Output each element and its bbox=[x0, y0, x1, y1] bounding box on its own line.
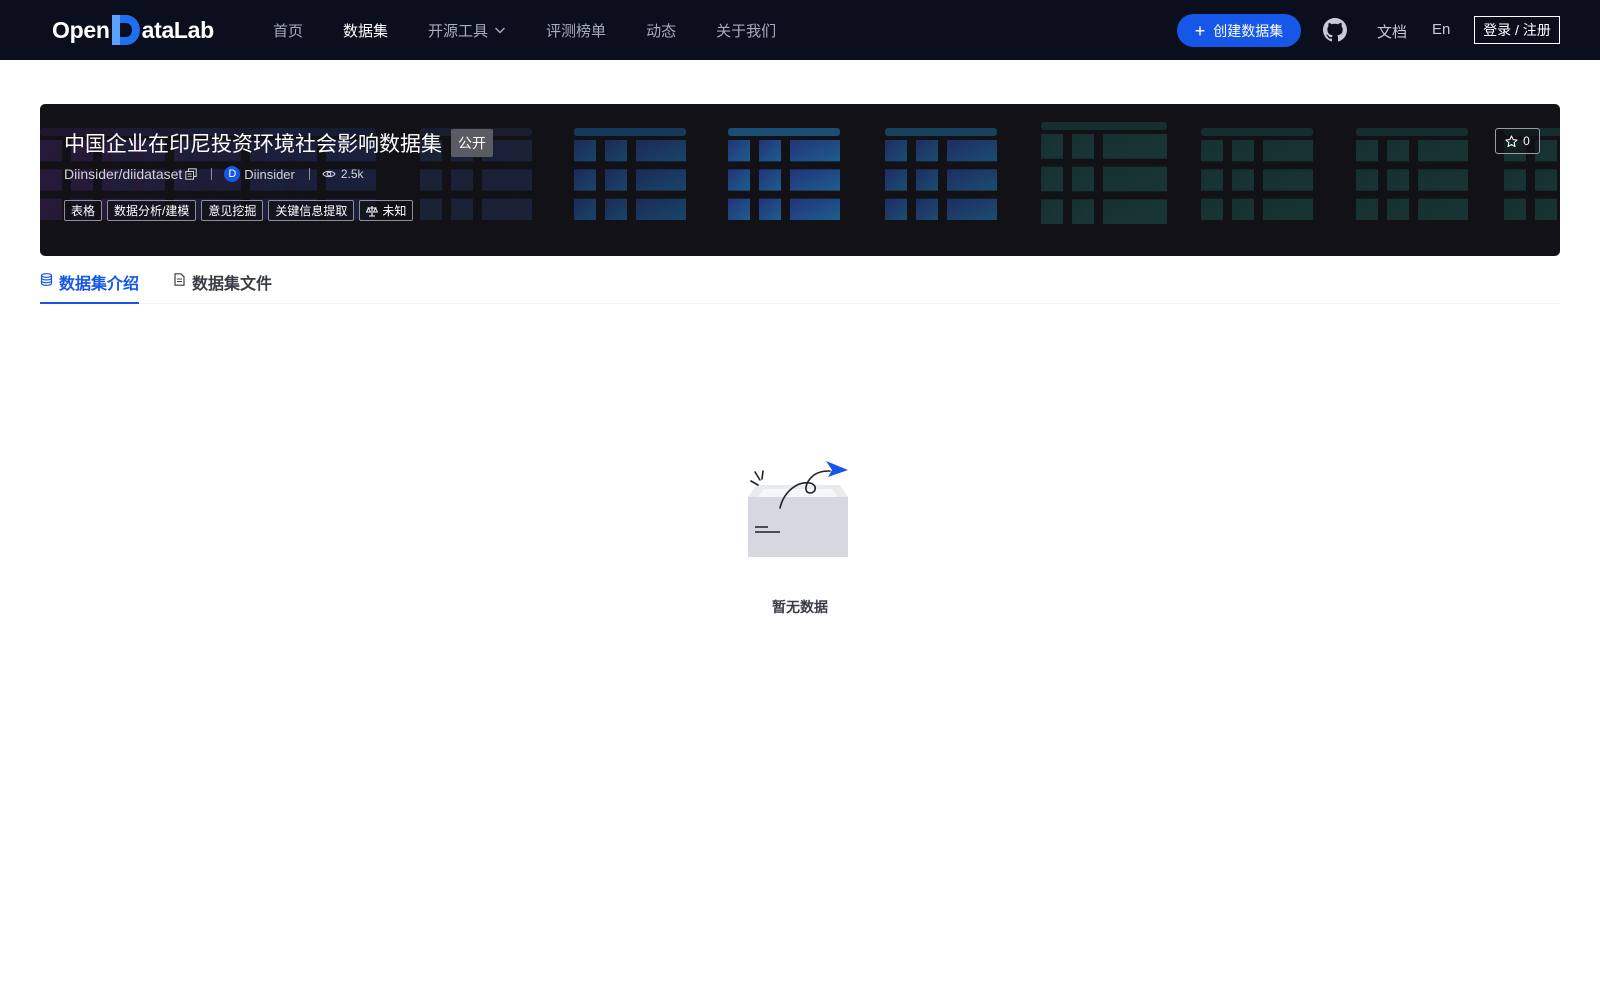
license-tag[interactable]: 未知 bbox=[359, 200, 414, 221]
logo-text-datalab: ataLab bbox=[141, 16, 215, 43]
tag-data-analysis[interactable]: 数据分析/建模 bbox=[107, 200, 197, 221]
dataset-tabs: 数据集介绍 数据集文件 bbox=[40, 264, 1560, 304]
scale-icon bbox=[366, 205, 379, 217]
star-button[interactable]: 0 bbox=[1495, 128, 1540, 154]
language-switch[interactable]: En bbox=[1432, 21, 1450, 38]
tab-dataset-files[interactable]: 数据集文件 bbox=[173, 270, 272, 304]
empty-state-text: 暂无数据 bbox=[772, 599, 828, 615]
star-count: 0 bbox=[1523, 134, 1530, 148]
dataset-repo-id: Diinsider/diidataset bbox=[64, 166, 183, 182]
github-icon[interactable] bbox=[1323, 18, 1347, 42]
nav-item-leaderboard[interactable]: 评测榜单 bbox=[546, 20, 606, 41]
owner-avatar[interactable]: D bbox=[224, 166, 241, 182]
create-dataset-button[interactable]: + 创建数据集 bbox=[1177, 14, 1301, 47]
logo-text-open: Open bbox=[52, 16, 110, 43]
dataset-title-row: 中国企业在印尼投资环境社会影响数据集 公开 bbox=[64, 128, 493, 158]
nav-item-home[interactable]: 首页 bbox=[273, 20, 303, 41]
login-register-button[interactable]: 登录 / 注册 bbox=[1474, 16, 1560, 44]
tab-dataset-intro[interactable]: 数据集介绍 bbox=[40, 270, 140, 304]
database-icon bbox=[40, 273, 53, 286]
nav-item-datasets[interactable]: 数据集 bbox=[343, 20, 388, 41]
meta-separator bbox=[211, 168, 213, 180]
file-icon bbox=[174, 273, 185, 286]
opendatalab-logo[interactable]: Open ataLab bbox=[52, 14, 214, 46]
nav-item-news[interactable]: 动态 bbox=[646, 20, 676, 41]
top-navbar: Open ataLab 首页 数据集 开源工具 评测榜单 动态 关于我们 + 创… bbox=[0, 0, 1600, 60]
nav-item-open-source-tools[interactable]: 开源工具 bbox=[428, 20, 506, 41]
dataset-tags: 表格 数据分析/建模 意见挖掘 关键信息提取 未知 bbox=[64, 200, 418, 221]
main-nav: 首页 数据集 开源工具 评测榜单 动态 关于我们 bbox=[273, 0, 816, 60]
plus-icon: + bbox=[1194, 20, 1206, 41]
visibility-badge: 公开 bbox=[451, 129, 493, 157]
logo-d-mark-icon bbox=[111, 15, 140, 45]
owner-name[interactable]: Diinsider bbox=[244, 167, 295, 182]
star-icon bbox=[1505, 134, 1518, 147]
tag-key-info-extraction[interactable]: 关键信息提取 bbox=[268, 200, 355, 221]
meta-separator bbox=[308, 168, 310, 180]
eye-icon bbox=[322, 170, 336, 178]
copy-icon[interactable] bbox=[185, 168, 197, 180]
tag-opinion-mining[interactable]: 意见挖掘 bbox=[201, 200, 264, 221]
nav-item-about[interactable]: 关于我们 bbox=[716, 20, 776, 41]
docs-link[interactable]: 文档 bbox=[1377, 21, 1407, 42]
empty-box-illustration bbox=[748, 461, 848, 557]
view-count: 2.5k bbox=[340, 167, 364, 181]
chevron-down-icon bbox=[495, 27, 506, 34]
dataset-title: 中国企业在印尼投资环境社会影响数据集 bbox=[64, 133, 442, 156]
dataset-header-banner: 中国企业在印尼投资环境社会影响数据集 公开 Diinsider/diidatas… bbox=[40, 104, 1560, 256]
dataset-meta-row: Diinsider/diidataset D Diinsider 2.5k bbox=[64, 166, 364, 182]
tag-table[interactable]: 表格 bbox=[64, 200, 103, 221]
